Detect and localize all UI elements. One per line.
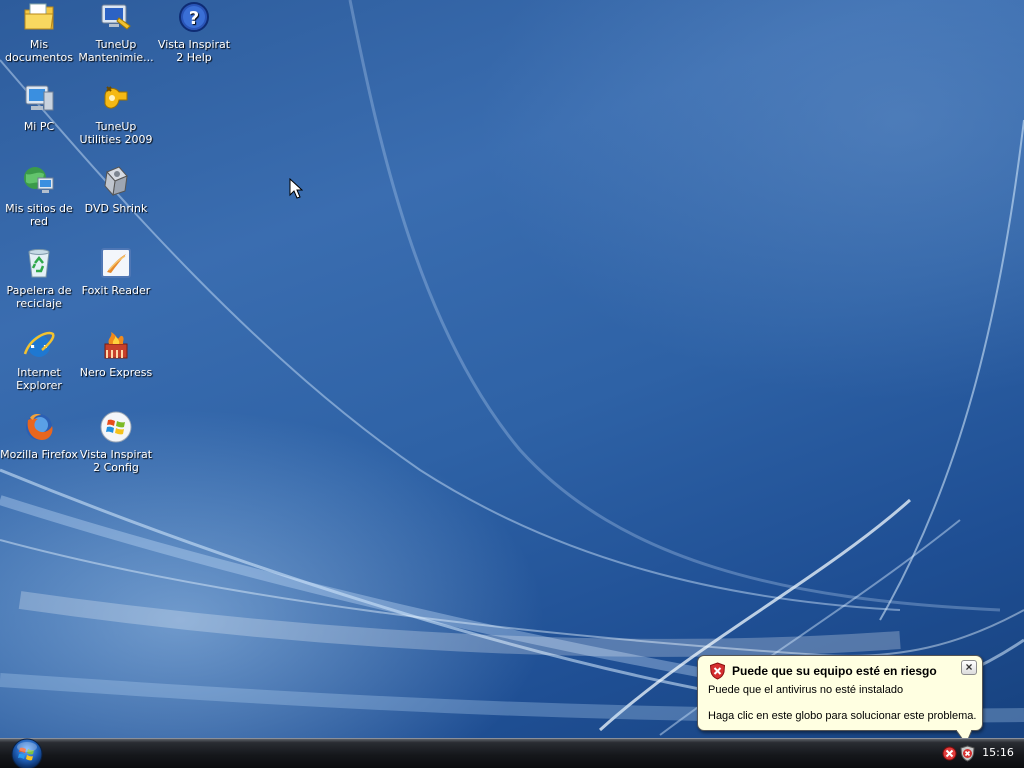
desktop-icon-label: DVD Shrink — [84, 202, 148, 215]
balloon-instruction: Haga clic en este globo para solucionar … — [708, 710, 977, 722]
desktop-icon-tuneup-utilities[interactable]: TuneUp Utilities 2009 — [76, 82, 156, 146]
firefox-icon — [26, 414, 53, 440]
desktop-icon-label: Internet Explorer — [16, 366, 62, 392]
folder-documents-icon — [24, 3, 54, 30]
desktop-icon-mis-documentos[interactable]: Mis documentos — [0, 0, 79, 64]
desktop-icon-vista-inspirat-config[interactable]: Vista Inspirat 2 Config — [76, 410, 156, 474]
security-shield-icon[interactable] — [960, 745, 975, 762]
tuneup-maintenance-icon — [101, 4, 131, 30]
security-warning-icon — [709, 662, 726, 680]
notification-balloon[interactable]: Puede que su equipo esté en riesgo Puede… — [697, 655, 983, 731]
desktop-icon-firefox[interactable]: Mozilla Firefox — [0, 410, 79, 461]
desktop-icon-label: Mozilla Firefox — [0, 448, 78, 461]
desktop-icon-internet-explorer[interactable]: Internet Explorer — [0, 328, 79, 392]
windows-logo-icon — [100, 411, 132, 443]
desktop-icon-label: Vista Inspirat 2 Config — [79, 448, 153, 474]
desktop-icon-mi-pc[interactable]: Mi PC — [0, 82, 79, 133]
start-button[interactable] — [6, 738, 48, 768]
taskbar[interactable] — [0, 738, 1024, 768]
internet-explorer-icon — [23, 331, 55, 357]
desktop-icon-label: Mis sitios de red — [5, 202, 73, 228]
desktop-icon-tuneup-mantenimiento[interactable]: TuneUp Mantenimie... — [76, 0, 156, 64]
desktop-icon-label: Mis documentos — [5, 38, 73, 64]
desktop-icon-label: Papelera de reciclaje — [6, 284, 72, 310]
desktop-icon-foxit-reader[interactable]: Foxit Reader — [76, 246, 156, 297]
desktop-icon-nero-express[interactable]: Nero Express — [76, 328, 156, 379]
security-alert-icon[interactable] — [942, 746, 957, 761]
balloon-close-button[interactable]: × — [961, 660, 977, 675]
recycle-bin-icon — [28, 249, 50, 278]
desktop[interactable]: Mis documentos Mi PC Mis sitios de red P… — [0, 0, 1024, 738]
desktop-icon-mis-sitios-de-red[interactable]: Mis sitios de red — [0, 164, 79, 228]
desktop-icon-label: Nero Express — [79, 366, 153, 379]
network-places-icon — [24, 167, 54, 193]
tuneup-utilities-icon — [104, 86, 128, 109]
desktop-icon-label: Vista Inspirat 2 Help — [157, 38, 231, 64]
balloon-title: Puede que su equipo esté en riesgo — [732, 664, 937, 678]
mouse-pointer-icon — [289, 178, 303, 199]
balloon-message: Puede que el antivirus no esté instalado — [708, 684, 904, 696]
dvd-shrink-icon — [104, 166, 128, 197]
svg-text:?: ? — [189, 8, 199, 29]
help-icon: ? — [179, 2, 209, 32]
desktop-icon-papelera[interactable]: Papelera de reciclaje — [0, 246, 79, 310]
desktop-icon-label: TuneUp Utilities 2009 — [79, 120, 153, 146]
computer-icon — [25, 85, 54, 111]
desktop-icon-label: Mi PC — [23, 120, 55, 133]
nero-express-icon — [104, 332, 128, 359]
desktop-icon-label: TuneUp Mantenimie... — [78, 38, 154, 64]
desktop-icon-dvd-shrink[interactable]: DVD Shrink — [76, 164, 156, 215]
taskbar-clock[interactable]: 15:16 — [978, 746, 1018, 759]
foxit-reader-icon — [101, 248, 131, 278]
desktop-icon-vista-inspirat-help[interactable]: ? Vista Inspirat 2 Help — [154, 0, 234, 64]
desktop-icon-label: Foxit Reader — [81, 284, 151, 297]
